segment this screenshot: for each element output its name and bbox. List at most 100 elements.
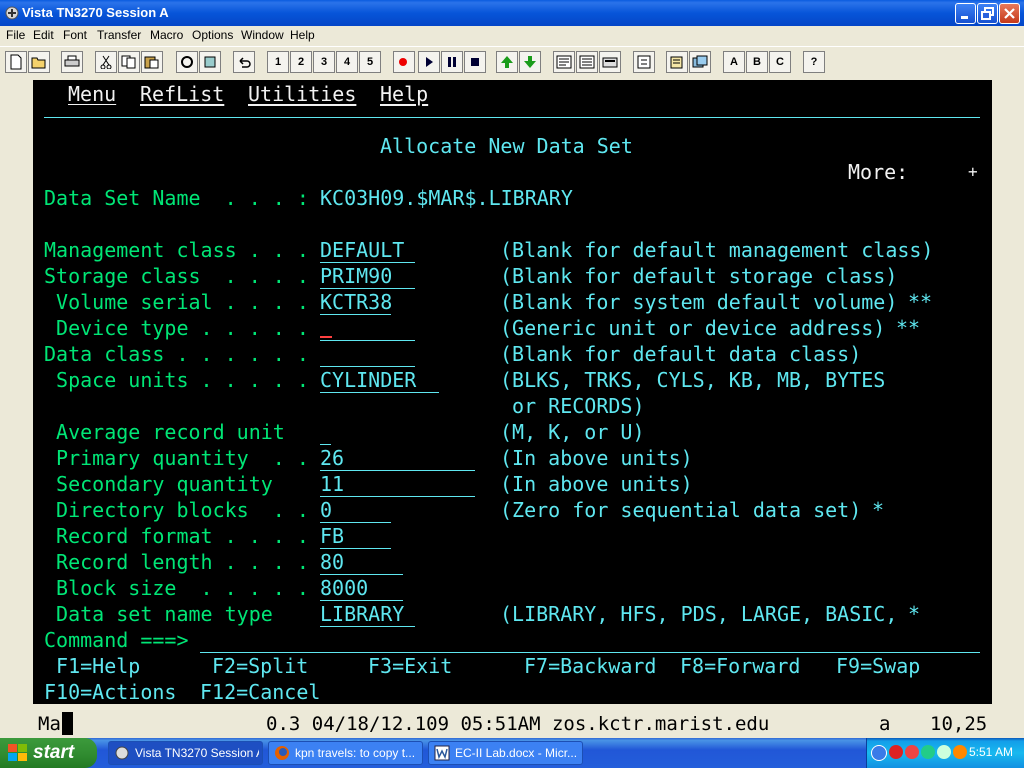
fkey-f2-split[interactable]: F2=Split <box>212 653 308 679</box>
button-b[interactable]: B <box>746 51 768 73</box>
title-bar[interactable]: Vista TN3270 Session A <box>0 0 1024 26</box>
macro-2-button[interactable]: 2 <box>290 51 312 73</box>
tray-expand-icon[interactable] <box>871 745 887 761</box>
command-input[interactable] <box>200 627 980 653</box>
data-set-name-type-field[interactable]: LIBRARY <box>320 601 415 627</box>
fkey-f7-backward[interactable]: F7=Backward <box>524 653 656 679</box>
tray-security-icon[interactable] <box>889 745 903 759</box>
label-storage-class: Storage class . . . . <box>44 264 309 288</box>
task-tn3270[interactable]: Vista TN3270 Session A <box>108 741 263 765</box>
dsn-value: KC03H09.$MAR$.LIBRARY <box>320 186 573 210</box>
paste-button[interactable] <box>141 51 163 73</box>
menu-edit[interactable]: Edit <box>33 28 54 42</box>
fkey-f10-actions[interactable]: F10=Actions <box>44 679 176 705</box>
text-cursor <box>320 336 332 338</box>
average-record-unit-field[interactable] <box>320 419 331 445</box>
paste-icon <box>144 56 159 69</box>
list-button[interactable] <box>576 51 598 73</box>
minimize-button[interactable] <box>955 3 976 24</box>
menu-help[interactable]: Help <box>290 28 315 42</box>
storage-class-field[interactable]: PRIM90 <box>320 263 415 289</box>
task-word[interactable]: EC-II Lab.docx - Micr... <box>428 741 583 765</box>
action-menu[interactable]: Menu <box>68 81 116 107</box>
menu-bar: File Edit Font Transfer Macro Options Wi… <box>0 26 1024 46</box>
clipboard-button[interactable] <box>666 51 688 73</box>
menu-options[interactable]: Options <box>192 28 233 42</box>
label-primary-quantity: Primary quantity . . <box>44 446 309 470</box>
menu-font[interactable]: Font <box>63 28 87 42</box>
button-a[interactable]: A <box>723 51 745 73</box>
space-units-field[interactable]: CYLINDER <box>320 367 439 393</box>
record-length-field[interactable]: 80 <box>320 549 403 575</box>
properties-button[interactable] <box>553 51 575 73</box>
tray-update-icon[interactable] <box>953 745 967 759</box>
menu-file[interactable]: File <box>6 28 25 42</box>
tray-app-icon[interactable] <box>937 745 951 759</box>
help-directory-blocks: (Zero for sequential data set) <box>500 498 862 522</box>
keyboard-icon <box>602 57 618 68</box>
record-format-field[interactable]: FB <box>320 523 391 549</box>
reconnect-button[interactable] <box>199 51 221 73</box>
primary-quantity-field[interactable]: 26 <box>320 445 475 471</box>
tray-shield-icon[interactable] <box>905 745 919 759</box>
play-button[interactable] <box>418 51 440 73</box>
keyboard-button[interactable] <box>599 51 621 73</box>
button-c[interactable]: C <box>769 51 791 73</box>
label-block-size: Block size . . . . . <box>44 576 309 600</box>
terminal-screen[interactable]: Menu RefList Utilities Help Allocate New… <box>33 80 992 704</box>
copy-button[interactable] <box>118 51 140 73</box>
undo-button[interactable] <box>233 51 255 73</box>
fkey-f8-forward[interactable]: F8=Forward <box>680 653 800 679</box>
macro-1-button[interactable]: 1 <box>267 51 289 73</box>
mark-directory-blocks: * <box>872 498 885 522</box>
block-size-field[interactable]: 8000 <box>320 575 403 601</box>
device-type-field[interactable] <box>320 315 415 341</box>
help-button[interactable]: ? <box>803 51 825 73</box>
restore-button[interactable] <box>977 3 998 24</box>
start-button[interactable]: start <box>0 738 97 768</box>
sessions-button[interactable] <box>689 51 711 73</box>
management-class-field[interactable]: DEFAULT <box>320 237 415 263</box>
help-space-units-cont: or RECORDS) <box>500 394 645 418</box>
menu-transfer[interactable]: Transfer <box>97 28 141 42</box>
refresh-button[interactable] <box>176 51 198 73</box>
task-firefox[interactable]: kpn travels: to copy t... <box>268 741 423 765</box>
macro-4-button[interactable]: 4 <box>336 51 358 73</box>
action-reflist[interactable]: RefList <box>140 81 224 107</box>
directory-blocks-field[interactable]: 0 <box>320 497 391 523</box>
open-button[interactable] <box>28 51 50 73</box>
pause-button[interactable] <box>441 51 463 73</box>
data-class-field[interactable] <box>320 341 415 367</box>
menu-window[interactable]: Window <box>241 28 284 42</box>
tray-clock: 5:51 AM <box>969 745 1014 759</box>
action-utilities[interactable]: Utilities <box>248 81 356 107</box>
fkey-f9-swap[interactable]: F9=Swap <box>836 653 920 679</box>
action-help[interactable]: Help <box>380 81 428 107</box>
page-down-button[interactable] <box>519 51 541 73</box>
fkey-f3-exit[interactable]: F3=Exit <box>368 653 452 679</box>
transfer-button[interactable] <box>633 51 655 73</box>
fkey-f1-help[interactable]: F1=Help <box>44 653 140 679</box>
macro-3-button[interactable]: 3 <box>313 51 335 73</box>
page-up-button[interactable] <box>496 51 518 73</box>
windows-logo-icon <box>8 744 27 761</box>
menu-macro[interactable]: Macro <box>150 28 183 42</box>
status-caret <box>62 712 73 735</box>
cut-button[interactable] <box>95 51 117 73</box>
new-button[interactable] <box>5 51 27 73</box>
record-button[interactable] <box>393 51 415 73</box>
help-space-units: (BLKS, TRKS, CYLS, KB, MB, BYTES <box>500 368 886 392</box>
tray-network-icon[interactable] <box>921 745 935 759</box>
stop-button[interactable] <box>464 51 486 73</box>
print-button[interactable] <box>61 51 83 73</box>
toolbar: 1 2 3 4 5 A B C ? <box>0 46 1024 76</box>
fkey-f12-cancel[interactable]: F12=Cancel <box>200 679 320 705</box>
close-button[interactable] <box>999 3 1020 24</box>
macro-5-button[interactable]: 5 <box>359 51 381 73</box>
help-storage-class: (Blank for default storage class) <box>500 264 898 288</box>
minimize-icon <box>961 16 968 19</box>
transfer-icon <box>637 55 651 69</box>
help-management-class: (Blank for default management class) <box>500 238 934 262</box>
secondary-quantity-field[interactable]: 11 <box>320 471 475 497</box>
volume-serial-field[interactable]: KCTR38 <box>320 289 392 315</box>
